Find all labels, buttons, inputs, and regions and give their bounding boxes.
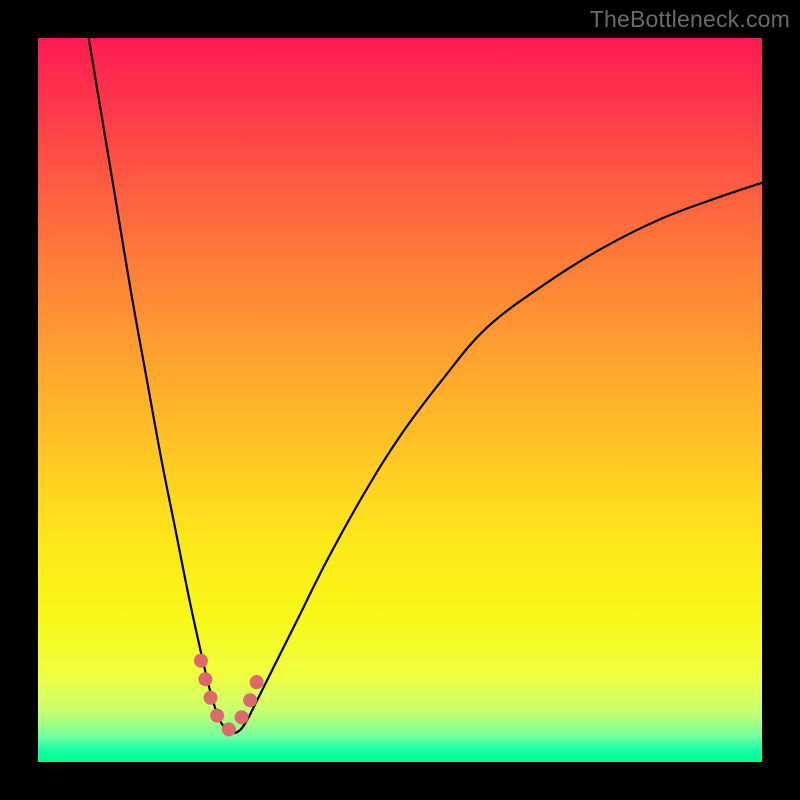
watermark-text: TheBottleneck.com	[590, 6, 790, 33]
highlight-segment	[201, 661, 259, 730]
curve-svg	[38, 38, 762, 762]
bottleneck-curve	[89, 38, 762, 733]
chart-frame: TheBottleneck.com	[0, 0, 800, 800]
plot-area	[38, 38, 762, 762]
